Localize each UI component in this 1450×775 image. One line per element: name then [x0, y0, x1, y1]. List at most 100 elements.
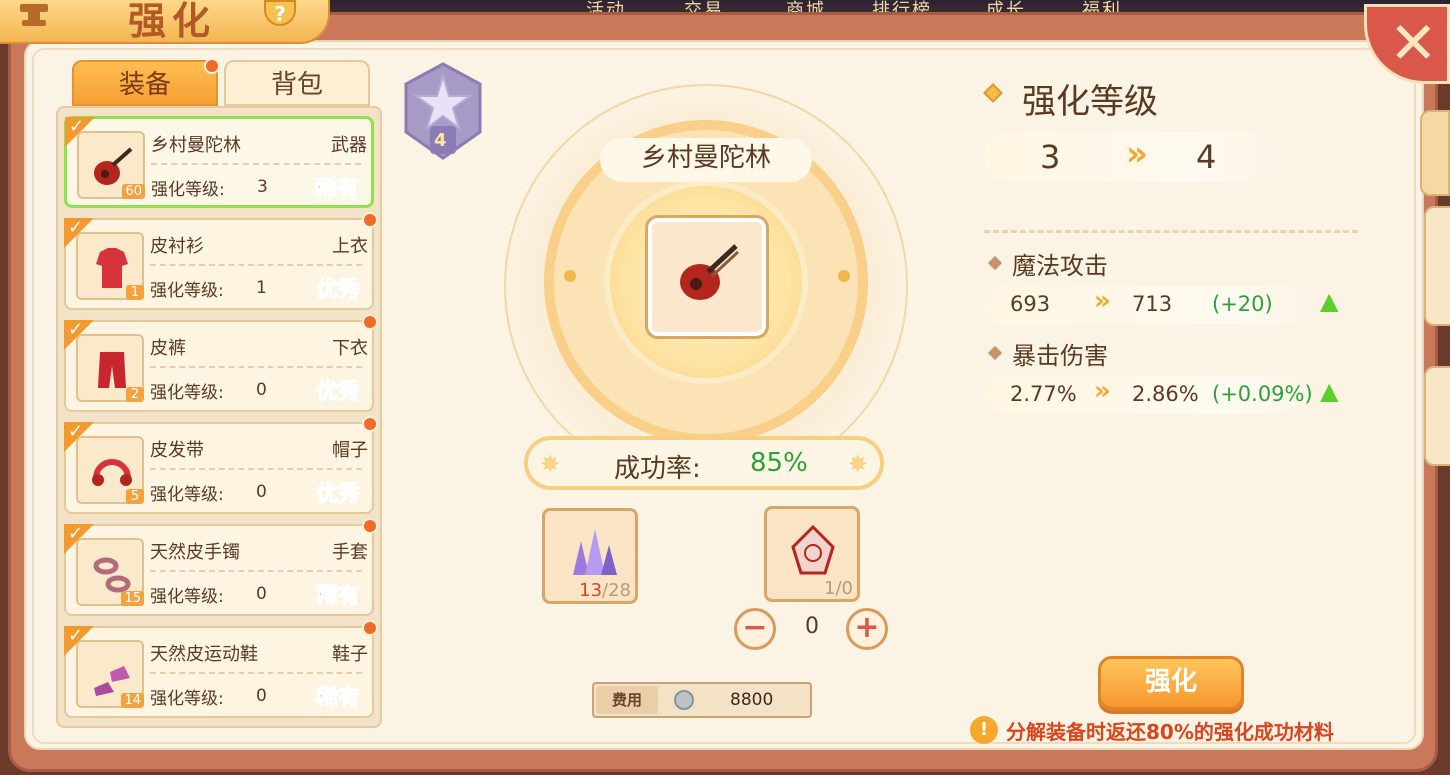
- item-slot: 武器: [331, 135, 367, 156]
- notification-dot: [362, 212, 378, 228]
- item-level-badge: 5: [126, 489, 144, 504]
- star-level-badge: 4: [402, 62, 484, 162]
- decrease-button[interactable]: −: [734, 608, 776, 650]
- quality-label: 稀有: [315, 584, 360, 610]
- arrow-up-icon: ▲: [1320, 377, 1339, 405]
- level-from: 3: [1040, 138, 1061, 176]
- equipment-item[interactable]: ✓ 15 天然皮手镯 手套 强化等级: 0 稀有: [64, 518, 378, 616]
- silver-coin-icon: [674, 690, 694, 710]
- cost-box: 费用 8800: [592, 682, 812, 718]
- material-slot-rune[interactable]: 1/0: [764, 506, 860, 602]
- divider: [151, 163, 361, 165]
- divider: [984, 230, 1358, 233]
- divider: [150, 672, 362, 674]
- enhance-button[interactable]: 强化: [1098, 656, 1244, 710]
- item-slot: 鞋子: [332, 644, 368, 665]
- mandolin-icon: [672, 238, 744, 326]
- divider: [150, 264, 362, 266]
- item-level-badge: 1: [126, 285, 144, 300]
- stat-title-magic-attack: 魔法攻击: [1012, 252, 1108, 280]
- success-rate-label: 成功率:: [614, 454, 701, 484]
- enhance-level-label: 强化等级:: [150, 281, 224, 301]
- title-tab: 强化 ?: [0, 0, 330, 44]
- notification-dot: [204, 58, 220, 74]
- tab-backpack[interactable]: 背包: [224, 60, 370, 106]
- selected-item-slot[interactable]: [645, 215, 769, 339]
- side-tab-1[interactable]: [1420, 110, 1450, 196]
- star-icon: ✸: [847, 450, 868, 478]
- stat-bar-crit-damage: 2.77% » 2.86% (+0.09%): [984, 376, 1320, 414]
- divider: [150, 366, 362, 368]
- enhance-level-value: 0: [256, 584, 267, 604]
- material-slot-crystal[interactable]: 13/28: [542, 508, 638, 604]
- item-thumbnail: 2: [76, 334, 144, 402]
- equipment-item[interactable]: ✓ 1 皮衬衫 上衣 强化等级: 1 优秀: [64, 212, 378, 310]
- notification-dot: [362, 416, 378, 432]
- item-thumbnail: 5: [76, 436, 144, 504]
- notification-dot: [362, 314, 378, 330]
- anvil-icon: [14, 0, 54, 30]
- item-thumbnail: 15: [76, 538, 144, 606]
- tab-backpack-label: 背包: [270, 70, 323, 100]
- quality-label: 优秀: [315, 482, 360, 508]
- item-thumbnail: 14: [76, 640, 144, 708]
- enhance-level-value: 0: [256, 482, 267, 502]
- enhance-level-label: 强化等级:: [150, 587, 224, 607]
- divider: [150, 468, 362, 470]
- stat-to: 2.86%: [1132, 382, 1199, 406]
- warning-text: 分解装备时返还80%的强化成功材料: [1006, 720, 1334, 744]
- tab-equipment-label: 装备: [118, 70, 171, 100]
- item-level-badge: 14: [121, 693, 144, 708]
- stat-to: 713: [1132, 292, 1173, 316]
- side-tab-3[interactable]: [1424, 366, 1450, 466]
- chevron-right-icon: »: [1094, 286, 1111, 316]
- arrow-up-icon: ▲: [1320, 287, 1339, 315]
- side-tab-2[interactable]: [1424, 206, 1450, 326]
- quantity-value: 0: [805, 614, 819, 639]
- help-icon[interactable]: ?: [264, 0, 296, 26]
- equipment-item[interactable]: ✓ 60 乡村曼陀林 武器 强化等级: 3 稀有: [64, 116, 374, 208]
- material-count: 1/0: [824, 578, 853, 599]
- item-name: 天然皮手镯: [150, 542, 240, 563]
- increase-button[interactable]: +: [846, 608, 888, 650]
- divider: [150, 570, 362, 572]
- item-thumbnail: 60: [77, 131, 145, 199]
- item-name: 天然皮运动鞋: [150, 644, 258, 665]
- enhance-level-label: 强化等级:: [150, 383, 224, 403]
- stat-title-crit-damage: 暴击伤害: [1012, 342, 1108, 370]
- item-level-badge: 15: [121, 591, 144, 606]
- item-name: 皮衬衫: [150, 236, 204, 257]
- selected-item-name: 乡村曼陀林: [600, 138, 812, 182]
- item-slot: 上衣: [332, 236, 368, 257]
- notification-dot: [362, 620, 378, 636]
- equipment-item[interactable]: ✓ 2 皮裤 下衣 强化等级: 0 优秀: [64, 314, 378, 412]
- enhance-level-bar: 3 » 4: [984, 132, 1284, 182]
- tab-equipment[interactable]: 装备: [72, 58, 220, 106]
- equipment-item[interactable]: ✓ 14 天然皮运动鞋 鞋子 强化等级: 0 稀有: [64, 620, 378, 718]
- stat-delta: (+20): [1212, 292, 1273, 316]
- quality-label: 稀有: [315, 686, 360, 712]
- material-count: 13/28: [579, 580, 631, 601]
- enhance-level-title: 强化等级: [1022, 82, 1158, 122]
- star-level-value: 4: [434, 130, 447, 151]
- stat-from: 693: [1010, 292, 1051, 316]
- warning-icon: !: [970, 716, 998, 744]
- enhance-level-value: 0: [256, 686, 267, 706]
- equipment-item[interactable]: ✓ 5 皮发带 帽子 强化等级: 0 优秀: [64, 416, 378, 514]
- star-icon: ✸: [540, 450, 561, 478]
- chevron-right-icon: »: [1126, 134, 1148, 174]
- equipment-list[interactable]: ✓ 60 乡村曼陀林 武器 强化等级: 3 稀有 ✓ 1 皮衬衫 上衣 强化等级: 1 优秀 ✓ 2 皮裤 下衣强…: [56, 106, 382, 728]
- quality-label: 稀有: [314, 177, 359, 203]
- enhance-level-value: 1: [256, 278, 267, 298]
- enhance-level-label: 强化等级:: [150, 689, 224, 709]
- quality-label: 优秀: [315, 278, 360, 304]
- close-icon: ✕: [1389, 9, 1438, 77]
- chevron-right-icon: »: [1094, 376, 1111, 406]
- item-slot: 手套: [332, 542, 368, 563]
- page-title: 强化: [128, 0, 217, 43]
- enhance-level-value: 0: [256, 380, 267, 400]
- item-level-badge: 60: [122, 184, 145, 199]
- level-to: 4: [1196, 138, 1217, 176]
- item-level-badge: 2: [126, 387, 144, 402]
- cost-label: 费用: [596, 686, 658, 714]
